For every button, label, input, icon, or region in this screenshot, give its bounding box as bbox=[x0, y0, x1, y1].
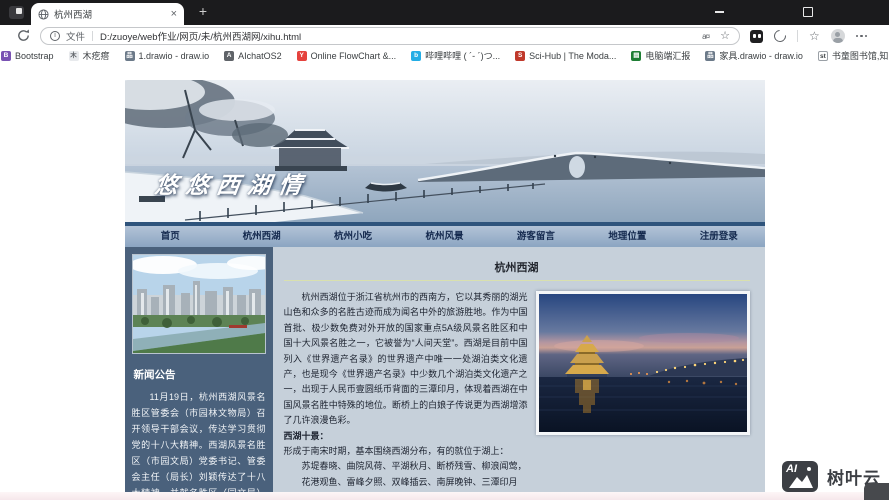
bookmark-item[interactable]: Y Online FlowChart &... bbox=[296, 50, 397, 61]
address-url[interactable]: D:/zuoye/web作业/网页/未/杭州西湖网/xihu.html bbox=[100, 29, 700, 43]
browser-tab-strip: 杭州西湖 × + bbox=[0, 0, 889, 25]
main-nav: 首页 杭州西湖 杭州小吃 杭州风景 游客留言 地理位置 注册登录 bbox=[124, 222, 765, 247]
bookmark-item[interactable]: 品家具.drawio - draw.io bbox=[705, 49, 803, 62]
address-bar[interactable]: 文件 D:/zuoye/web作业/网页/未/杭州西湖网/xihu.html ☆ bbox=[40, 27, 740, 45]
bookmark-favicon-icon: st bbox=[817, 50, 828, 61]
favorite-star-icon[interactable]: ☆ bbox=[720, 30, 730, 42]
bookmark-label: 书童图书馆,知网免... bbox=[831, 51, 889, 61]
night-lake-photo bbox=[535, 291, 750, 435]
nav-item[interactable]: 杭州西湖 bbox=[216, 226, 307, 247]
bookmark-label: 家具.drawio - draw.io bbox=[719, 51, 803, 61]
ten-scenes-intro: 形成于南宋时期，基本围绕西湖分布，有的就位于湖上： bbox=[283, 446, 509, 457]
bookmark-item[interactable]: B Bootstrap bbox=[1, 50, 54, 61]
nav-item[interactable]: 杭州风景 bbox=[399, 226, 490, 247]
bookmark-favicon-icon: b bbox=[411, 50, 422, 61]
article-title: 杭州西湖 bbox=[494, 262, 539, 274]
site-container: 悠悠西湖情 首页 杭州西湖 杭州小吃 杭州风景 游客留言 地理位置 注册登录 新… bbox=[124, 80, 765, 492]
city-photo bbox=[131, 254, 266, 354]
bookmark-favicon-icon: S bbox=[515, 50, 526, 61]
bookmark-favicon-icon: 品 bbox=[705, 50, 716, 61]
globe-favicon-icon bbox=[38, 8, 49, 20]
bookmark-favicon-icon: ▤ bbox=[631, 50, 642, 61]
bookmark-label: 电脑端汇报 bbox=[645, 51, 691, 61]
toolbar-divider bbox=[797, 30, 798, 42]
tab-title: 杭州西湖 bbox=[54, 10, 93, 21]
bookmark-favicon-icon: A bbox=[224, 50, 235, 61]
translate-icon[interactable] bbox=[700, 31, 711, 42]
settings-menu-icon[interactable] bbox=[855, 34, 868, 38]
bookmarks-bar: B Bootstrap 木木疙瘩品 1.drawio - draw.io A AIchat… bbox=[0, 47, 889, 64]
new-tab-button[interactable]: + bbox=[196, 4, 210, 19]
bookmark-favicon-icon: 品 bbox=[124, 50, 135, 61]
bookmark-label: Online FlowChart &... bbox=[310, 50, 397, 61]
close-tab-icon[interactable]: × bbox=[171, 8, 177, 20]
webpage-viewport: 悠悠西湖情 首页 杭州西湖 杭州小吃 杭州风景 游客留言 地理位置 注册登录 新… bbox=[0, 64, 889, 492]
news-title: 新闻公告 bbox=[133, 369, 176, 381]
page-info-icon[interactable] bbox=[50, 31, 60, 41]
bottom-strip bbox=[0, 492, 889, 500]
bookmark-item[interactable]: A AIchatOS2 bbox=[224, 50, 282, 61]
corner-widget[interactable] bbox=[864, 483, 889, 500]
bookmark-favicon-icon: 木 bbox=[68, 50, 79, 61]
bookmark-item[interactable]: 木木疙瘩 bbox=[68, 49, 110, 62]
address-divider bbox=[92, 31, 94, 41]
maximize-button[interactable] bbox=[800, 4, 816, 18]
watermark-logo-icon: AI bbox=[782, 461, 818, 492]
refresh-icon[interactable] bbox=[16, 28, 31, 43]
bookmark-label: 木疙瘩 bbox=[82, 51, 110, 61]
minimize-button[interactable] bbox=[712, 4, 728, 18]
address-scheme-label: 文件 bbox=[66, 32, 86, 43]
nav-item[interactable]: 杭州小吃 bbox=[307, 226, 398, 247]
hero-banner: 悠悠西湖情 bbox=[124, 80, 765, 222]
nav-item[interactable]: 首页 bbox=[125, 226, 216, 247]
bookmark-item[interactable]: b 哔哩哔哩 ( ´- ´)つ... bbox=[411, 49, 500, 62]
bookmark-label: Bootstrap bbox=[15, 50, 54, 61]
bookmark-favicon-icon: B bbox=[1, 50, 11, 61]
ten-scenes-line1: 苏堤春晓、曲院风荷、平湖秋月、断桥残雪、柳浪闻莺， bbox=[301, 461, 527, 472]
article: 杭州西湖 杭州西湖位于浙江省杭州市的西南方，它以其秀丽的湖光山色和众多的名胜古迹… bbox=[273, 247, 765, 492]
bookmark-favicon-icon: Y bbox=[296, 50, 307, 61]
bookmark-label: 1.drawio - draw.io bbox=[138, 50, 210, 61]
bookmark-item[interactable]: ▤ 电脑端汇报 bbox=[631, 49, 690, 62]
content-area: 新闻公告 11月19日，杭州西湖风景名胜区管委会（市园林文物局）召开领导干部会议… bbox=[124, 247, 765, 492]
nav-item[interactable]: 注册登录 bbox=[673, 226, 764, 247]
favorites-hub-icon[interactable]: ☆ bbox=[809, 30, 820, 42]
bookmark-label: 哔哩哔哩 ( ´- ´)つ... bbox=[425, 51, 501, 61]
browser-essentials-icon[interactable] bbox=[771, 27, 789, 45]
bookmark-item[interactable]: st书童图书馆,知网免... bbox=[817, 49, 889, 62]
title-divider bbox=[283, 280, 750, 281]
bookmark-label: AIchatOS2 bbox=[238, 50, 282, 61]
extension-icon[interactable] bbox=[750, 29, 763, 43]
bookmark-item[interactable]: 品 1.drawio - draw.io bbox=[124, 50, 210, 61]
mountain-icon bbox=[789, 467, 813, 488]
site-logo: 悠悠西湖情 bbox=[152, 172, 312, 198]
ten-scenes-line2: 花港观鱼、雷峰夕照、双峰插云、南屏晚钟、三潭印月 bbox=[301, 476, 518, 487]
bookmark-item[interactable]: S Sci-Hub | The Moda... bbox=[515, 50, 617, 61]
winter-lake-image bbox=[124, 80, 765, 222]
sidebar: 新闻公告 11月19日，杭州西湖风景名胜区管委会（市园林文物局）召开领导干部会议… bbox=[124, 247, 273, 492]
workspaces-icon[interactable] bbox=[9, 6, 24, 19]
browser-tab[interactable]: 杭州西湖 × bbox=[31, 3, 184, 25]
nav-item[interactable]: 游客留言 bbox=[490, 226, 581, 247]
nav-item[interactable]: 地理位置 bbox=[582, 226, 673, 247]
profile-avatar[interactable] bbox=[830, 29, 845, 43]
browser-toolbar: 文件 D:/zuoye/web作业/网页/未/杭州西湖网/xihu.html ☆… bbox=[0, 25, 889, 47]
bookmark-label: Sci-Hub | The Moda... bbox=[529, 50, 617, 61]
news-body: 11月19日，杭州西湖风景名胜区管委会（市园林文物局）召开领导干部会议，传达学习… bbox=[131, 392, 266, 492]
